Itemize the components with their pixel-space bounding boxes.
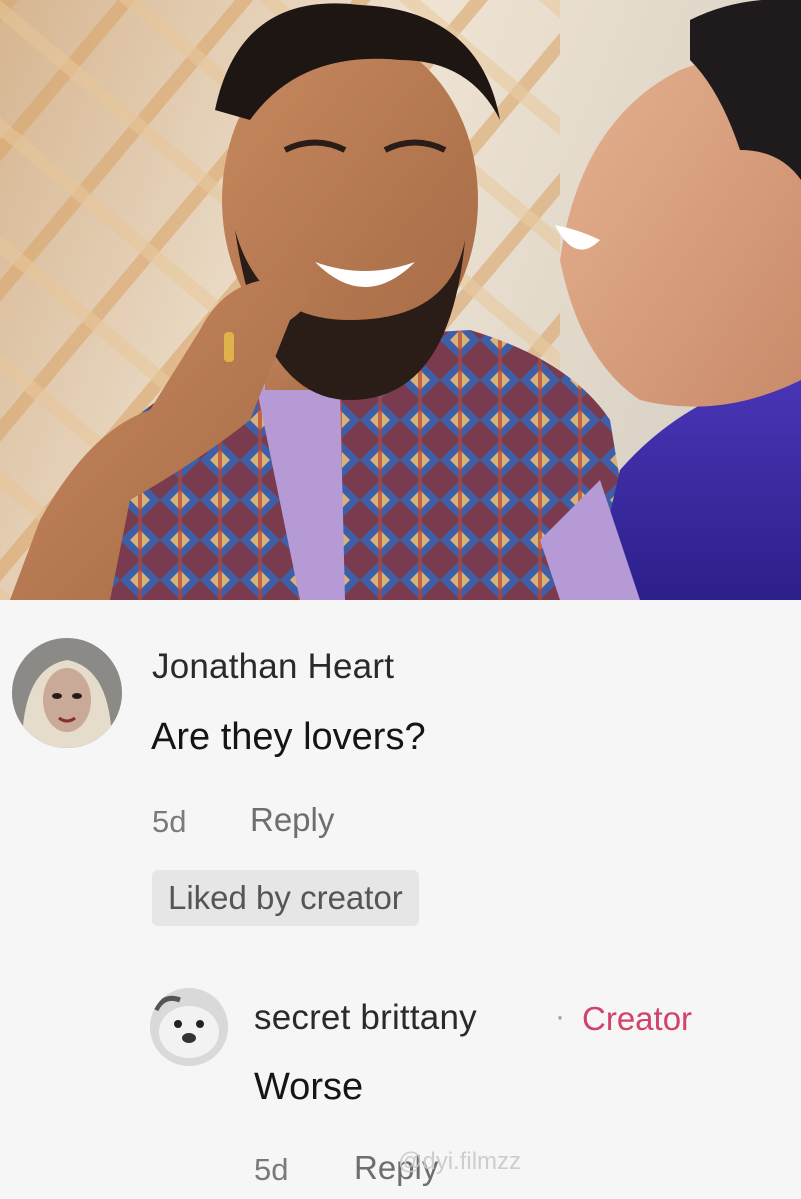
separator-dot: · xyxy=(555,1000,565,1033)
avatar[interactable] xyxy=(12,638,122,748)
creator-tag: Creator xyxy=(582,1000,693,1037)
post-photo xyxy=(0,0,801,600)
comment-age: 5d xyxy=(152,804,187,839)
comments-section: Jonathan Heart Are they lovers? 5d Reply… xyxy=(0,600,801,1199)
liked-by-creator-badge: Liked by creator xyxy=(152,870,419,926)
reply-button[interactable]: Reply xyxy=(250,801,334,839)
comment-age: 5d xyxy=(254,1152,289,1187)
comment-username[interactable]: secret brittany xyxy=(254,998,477,1038)
comment-username[interactable]: Jonathan Heart xyxy=(152,647,394,687)
comment-text: Worse xyxy=(254,1066,364,1108)
comment-text: Are they lovers? xyxy=(151,716,426,758)
watermark: @dyi.filmzz xyxy=(398,1148,522,1175)
avatar[interactable] xyxy=(150,988,228,1066)
